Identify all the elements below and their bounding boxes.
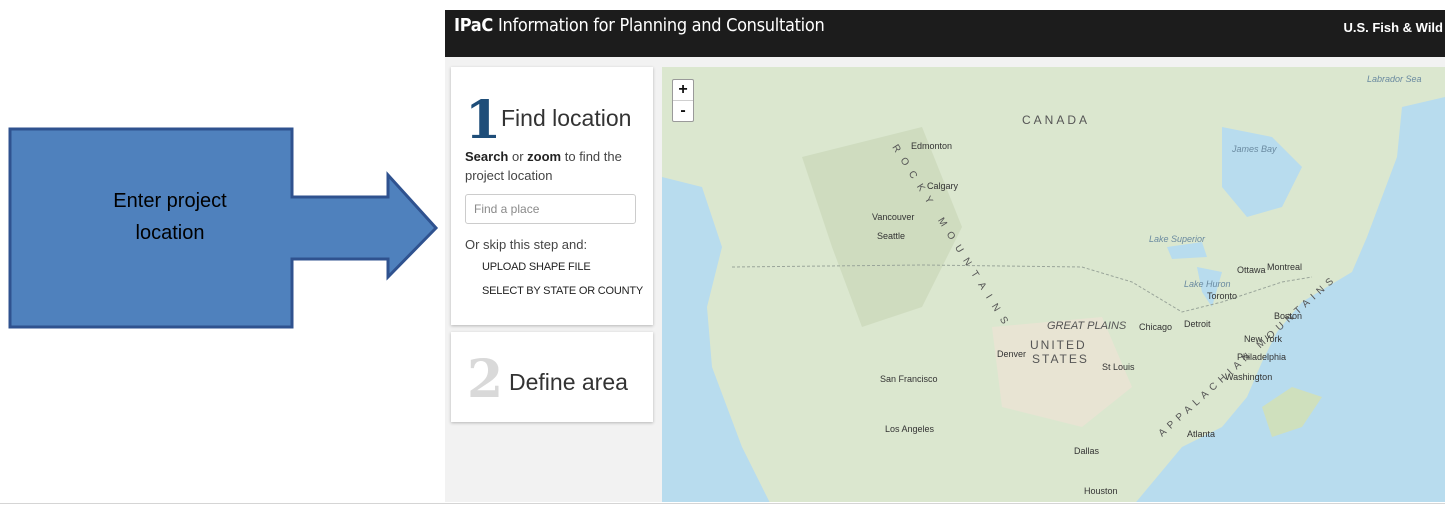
map-label-lake-superior: Lake Superior: [1149, 234, 1206, 244]
find-place-input[interactable]: [465, 194, 636, 224]
city-seattle: Seattle: [877, 231, 905, 241]
city-houston: Houston: [1084, 486, 1118, 496]
city-washington: Washington: [1225, 372, 1272, 382]
step-number-1: 1: [465, 90, 502, 151]
city-philadelphia: Philadelphia: [1237, 352, 1286, 362]
city-calgary: Calgary: [927, 181, 959, 191]
step-title-define-area: Define area: [509, 369, 628, 395]
city-denver: Denver: [997, 349, 1026, 359]
map-label-lake-huron: Lake Huron: [1184, 279, 1231, 289]
hint-search-word: Search: [465, 149, 509, 164]
map-label-canada: CANADA: [1022, 113, 1090, 127]
upload-shape-file-link[interactable]: UPLOAD SHAPE FILE: [482, 261, 591, 273]
step-find-location-panel: 1 Find location Search or zoom to find t…: [451, 67, 653, 325]
step-title-find-location: Find location: [501, 105, 632, 131]
hint-or: or: [508, 149, 528, 164]
callout-line-2: location: [135, 222, 205, 244]
step-hint: Search or zoom to find the project locat…: [465, 147, 645, 185]
city-toronto: Toronto: [1207, 291, 1237, 301]
city-chicago: Chicago: [1139, 322, 1172, 332]
zoom-control: + -: [672, 79, 694, 122]
city-montreal: Montreal: [1267, 262, 1302, 272]
callout-text: Enter project location: [48, 185, 292, 249]
ipac-app: IPaC Information for Planning and Consult…: [445, 10, 1445, 502]
city-vancouver: Vancouver: [872, 212, 914, 222]
city-ottawa: Ottawa: [1237, 265, 1266, 275]
step-number-2: 2: [467, 349, 504, 410]
city-edmonton: Edmonton: [911, 141, 952, 151]
step-define-area-panel[interactable]: 2 Define area: [451, 332, 653, 422]
city-atlanta: Atlanta: [1187, 429, 1215, 439]
select-state-county-link[interactable]: SELECT BY STATE OR COUNTY: [482, 285, 643, 297]
city-st-louis: St Louis: [1102, 362, 1135, 372]
map-canvas[interactable]: CANADA GREAT PLAINS UNITED STATES ROCKY …: [662, 67, 1445, 502]
city-los-angeles: Los Angeles: [885, 424, 935, 434]
agency-link[interactable]: U.S. Fish & Wild: [1343, 20, 1443, 35]
skip-text: Or skip this step and:: [465, 237, 588, 252]
callout-line-1: Enter project: [113, 190, 227, 212]
map-label-great-plains: GREAT PLAINS: [1047, 320, 1127, 332]
city-boston: Boston: [1274, 311, 1302, 321]
page-divider: [0, 503, 1445, 504]
brand-logo[interactable]: IPaC: [454, 15, 493, 36]
callout-arrow: Enter project location: [8, 125, 446, 331]
map-label-states: STATES: [1032, 352, 1089, 366]
top-bar: IPaC Information for Planning and Consult…: [445, 10, 1445, 57]
hint-zoom-word: zoom: [527, 149, 562, 164]
map-label-james-bay: James Bay: [1231, 144, 1277, 154]
city-dallas: Dallas: [1074, 446, 1100, 456]
map-label-united: UNITED: [1030, 338, 1087, 352]
city-detroit: Detroit: [1184, 319, 1211, 329]
city-san-francisco: San Francisco: [880, 374, 938, 384]
app-title: IPaC Information for Planning and Consult…: [454, 15, 825, 36]
zoom-in-button[interactable]: +: [673, 80, 693, 100]
map-view[interactable]: CANADA GREAT PLAINS UNITED STATES ROCKY …: [662, 67, 1445, 502]
app-subtitle: Information for Planning and Consultatio…: [498, 15, 825, 36]
zoom-out-button[interactable]: -: [673, 100, 693, 121]
city-new-york: New York: [1244, 334, 1283, 344]
map-label-labrador: Labrador Sea: [1367, 74, 1422, 84]
